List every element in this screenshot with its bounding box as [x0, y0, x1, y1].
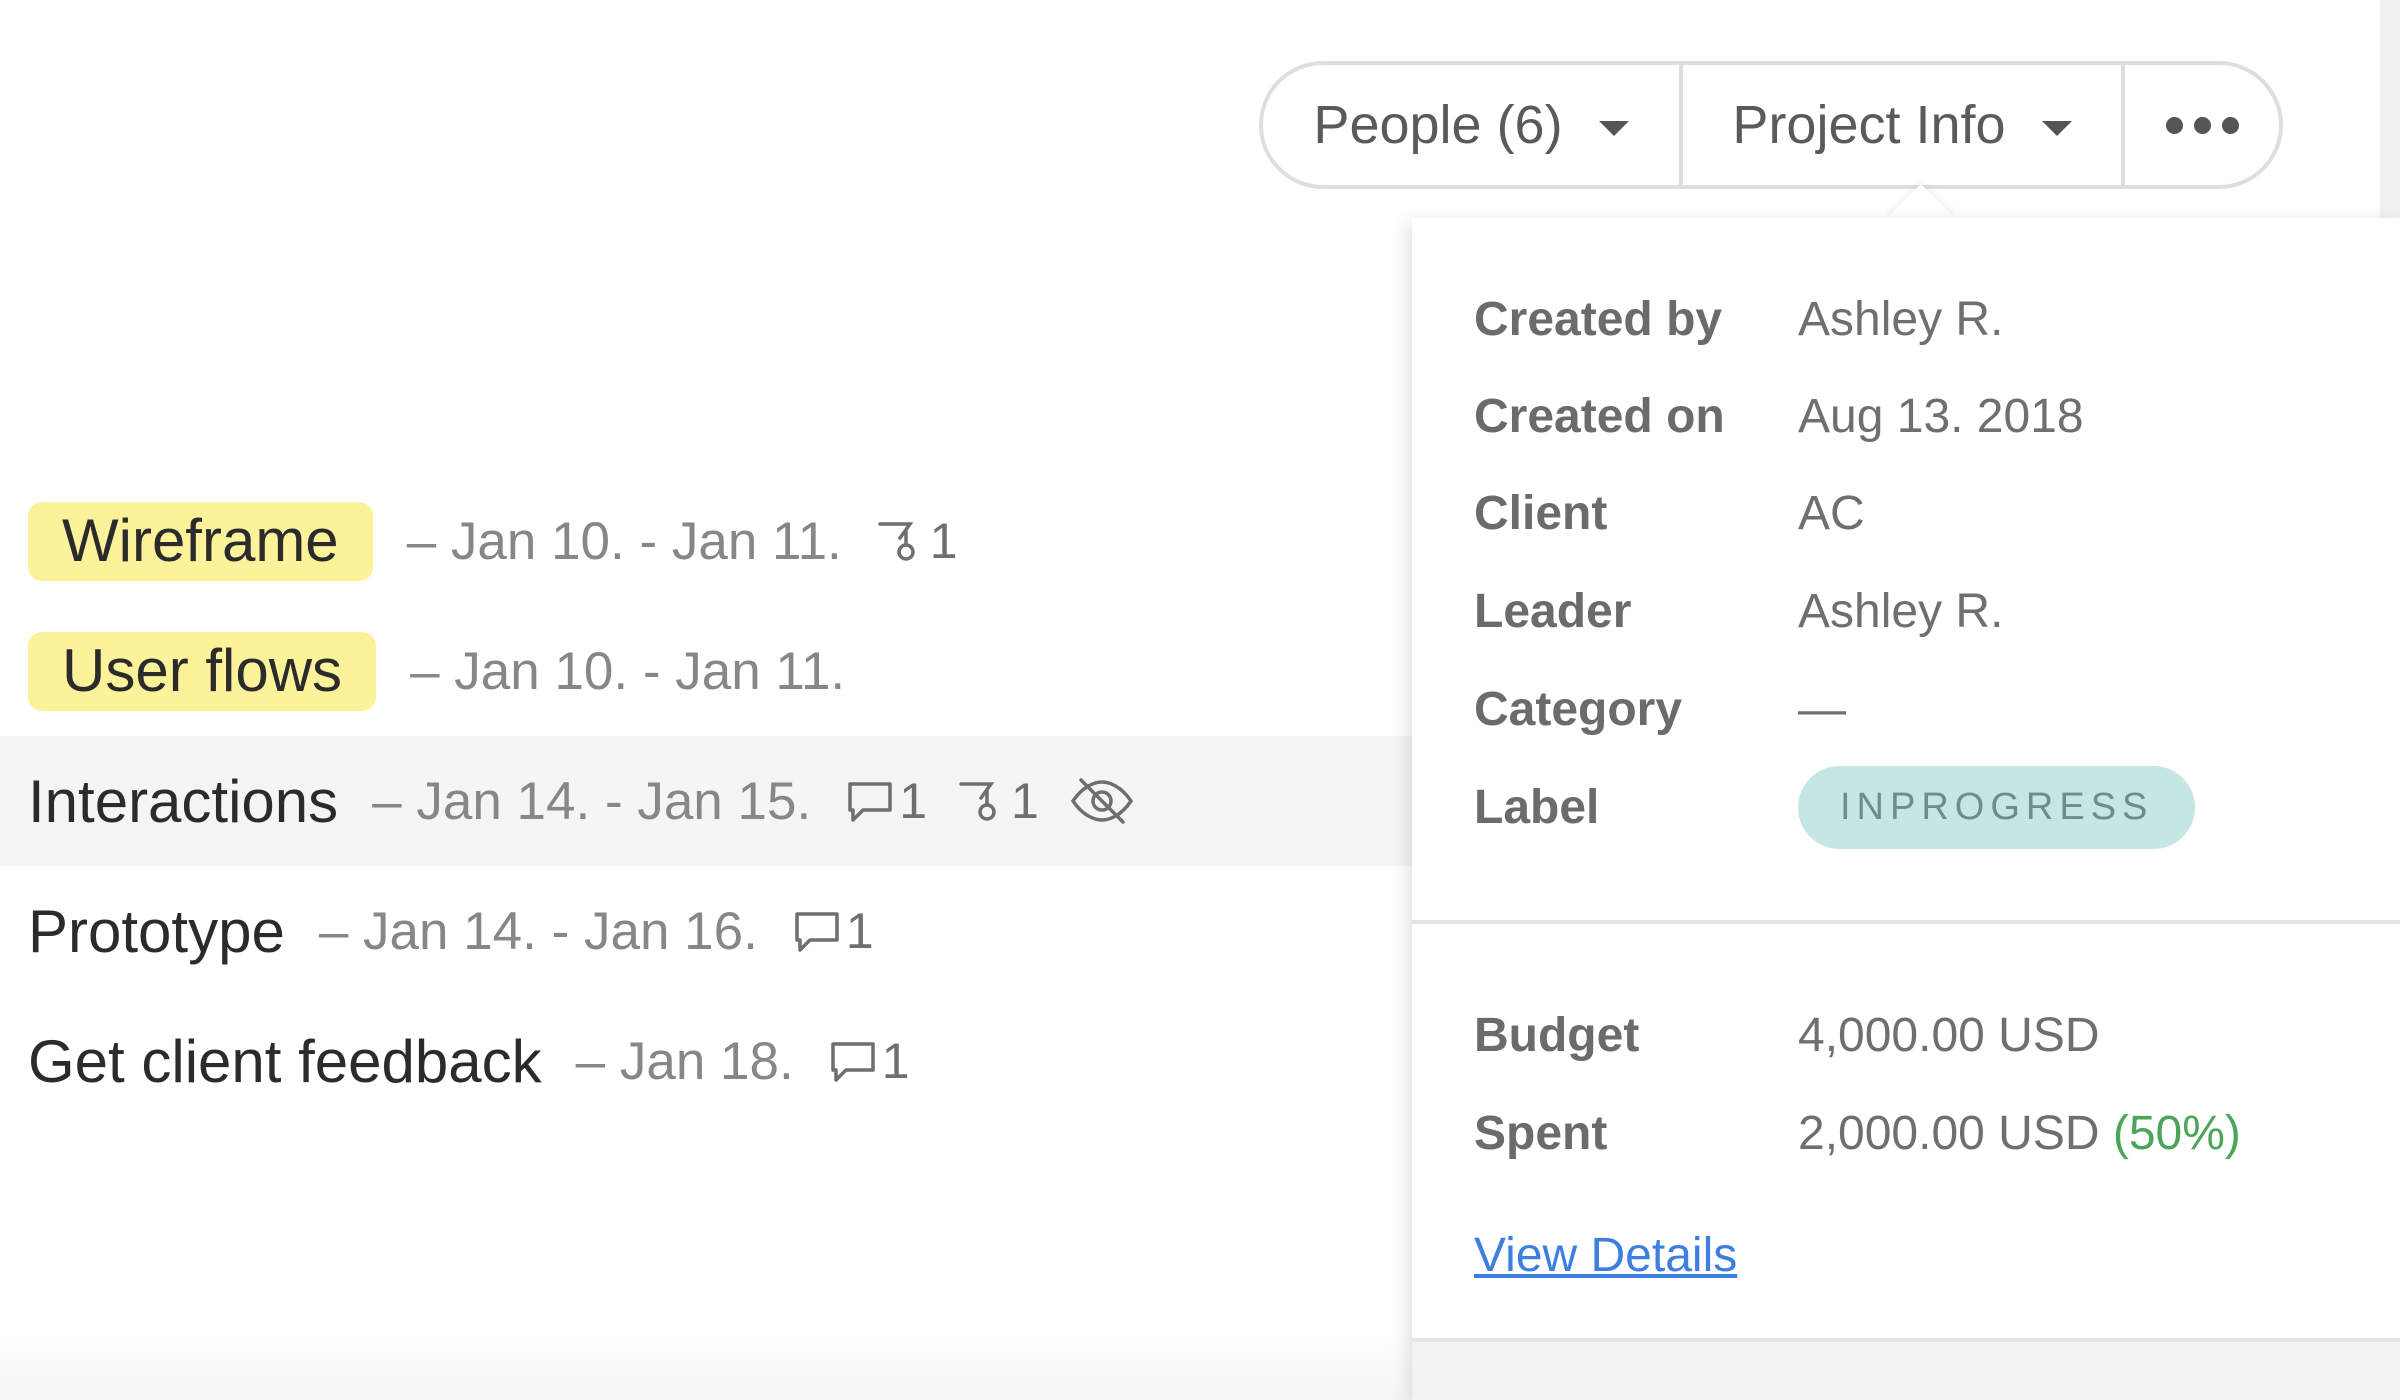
- comment-indicator[interactable]: 1: [845, 772, 927, 830]
- task-name[interactable]: User flows: [28, 631, 377, 711]
- task-dates: – Jan 10. - Jan 11.: [406, 511, 842, 571]
- list-bottom-fade: [0, 1330, 1412, 1400]
- comment-icon: [795, 912, 839, 952]
- comment-count: 1: [845, 903, 874, 959]
- task-meta: 1: [828, 1032, 940, 1090]
- project-info-label: Project Info: [1732, 95, 2006, 155]
- info-value: Ashley R.: [1798, 292, 2004, 346]
- status-badge[interactable]: INPROGRESS: [1798, 765, 2196, 849]
- caret-down-icon: [1598, 120, 1629, 136]
- people-dropdown-button[interactable]: People (6): [1263, 65, 1679, 185]
- task-name[interactable]: Prototype: [28, 897, 285, 966]
- comment-indicator[interactable]: 1: [792, 902, 874, 960]
- info-label: Label: [1474, 780, 1600, 834]
- comment-count: 1: [881, 1033, 910, 1089]
- info-label: Client: [1474, 486, 1608, 540]
- dependency-icon: [959, 782, 996, 821]
- info-label: Leader: [1474, 584, 1632, 638]
- info-value: Ashley R.: [1798, 584, 2004, 638]
- dependency-indicator[interactable]: 1: [957, 772, 1039, 830]
- more-horizontal-icon: [2165, 116, 2239, 134]
- eye-off-icon: [1070, 778, 1133, 824]
- info-row-label: Label INPROGRESS: [1474, 765, 2196, 849]
- info-value: Aug 13. 2018: [1798, 389, 2084, 443]
- info-row-budget: Budget 4,000.00 USD: [1474, 1000, 2100, 1070]
- task-dates: – Jan 14. - Jan 15.: [372, 771, 812, 831]
- comment-indicator[interactable]: 1: [828, 1032, 910, 1090]
- task-row-get-client-feedback[interactable]: Get client feedback – Jan 18. 1: [0, 996, 1412, 1126]
- info-value: 4,000.00 USD: [1798, 1008, 2100, 1062]
- info-row-client: Client AC: [1474, 478, 1865, 548]
- people-label: People (6): [1313, 95, 1563, 155]
- task-row-wireframe[interactable]: Wireframe – Jan 10. - Jan 11. 1: [0, 476, 1412, 606]
- view-details-link[interactable]: View Details: [1474, 1228, 1737, 1283]
- popover-arrow-cover: [1880, 218, 1960, 258]
- dependency-count: 1: [1011, 773, 1039, 829]
- dependency-indicator[interactable]: 1: [876, 512, 958, 570]
- info-row-spent: Spent 2,000.00 USD (50%): [1474, 1098, 2241, 1168]
- task-meta: 1: [876, 512, 988, 570]
- info-value: 2,000.00 USD (50%): [1798, 1106, 2241, 1161]
- info-row-created-by: Created by Ashley R.: [1474, 284, 2003, 354]
- task-row-prototype[interactable]: Prototype – Jan 14. - Jan 16. 1: [0, 866, 1412, 996]
- more-options-button[interactable]: [2121, 65, 2279, 185]
- task-meta: 1 1: [845, 772, 1165, 830]
- project-info-popover: Created by Ashley R. Created on Aug 13. …: [1412, 218, 2400, 1400]
- hidden-indicator[interactable]: [1069, 776, 1135, 826]
- task-row-interactions[interactable]: Interactions – Jan 14. - Jan 15. 1 1: [0, 736, 1412, 866]
- info-label: Budget: [1474, 1008, 1640, 1062]
- task-dates: – Jan 18.: [575, 1031, 794, 1091]
- task-meta: 1: [792, 902, 904, 960]
- comment-icon: [830, 1042, 875, 1082]
- info-label: Spent: [1474, 1106, 1608, 1160]
- task-name[interactable]: Get client feedback: [28, 1027, 542, 1096]
- spent-percent: (50%): [2112, 1106, 2241, 1160]
- info-label: Created on: [1474, 389, 1725, 443]
- project-info-dropdown-button[interactable]: Project Info: [1679, 65, 2121, 185]
- comment-icon: [848, 782, 892, 822]
- task-name[interactable]: Wireframe: [28, 501, 373, 581]
- info-label: Category: [1474, 682, 1683, 736]
- task-row-user-flows[interactable]: User flows – Jan 10. - Jan 11.: [0, 606, 1412, 736]
- info-value: —: [1798, 682, 1846, 736]
- dependency-count: 1: [929, 513, 958, 569]
- dependency-icon: [878, 522, 915, 561]
- task-name[interactable]: Interactions: [28, 767, 338, 836]
- panel-footer: [1412, 1342, 2400, 1400]
- info-label: Created by: [1474, 292, 1723, 346]
- toolbar-button-group: People (6) Project Info: [1259, 61, 2283, 189]
- info-value: AC: [1798, 486, 1865, 540]
- info-row-category: Category —: [1474, 674, 1846, 744]
- comment-count: 1: [899, 773, 927, 829]
- panel-divider: [1412, 920, 2400, 924]
- info-row-leader: Leader Ashley R.: [1474, 576, 2003, 646]
- info-row-created-on: Created on Aug 13. 2018: [1474, 381, 2084, 451]
- task-dates: – Jan 14. - Jan 16.: [318, 901, 758, 961]
- caret-down-icon: [2041, 120, 2072, 136]
- spent-amount: 2,000.00 USD: [1798, 1106, 2100, 1160]
- task-dates: – Jan 10. - Jan 11.: [410, 641, 846, 701]
